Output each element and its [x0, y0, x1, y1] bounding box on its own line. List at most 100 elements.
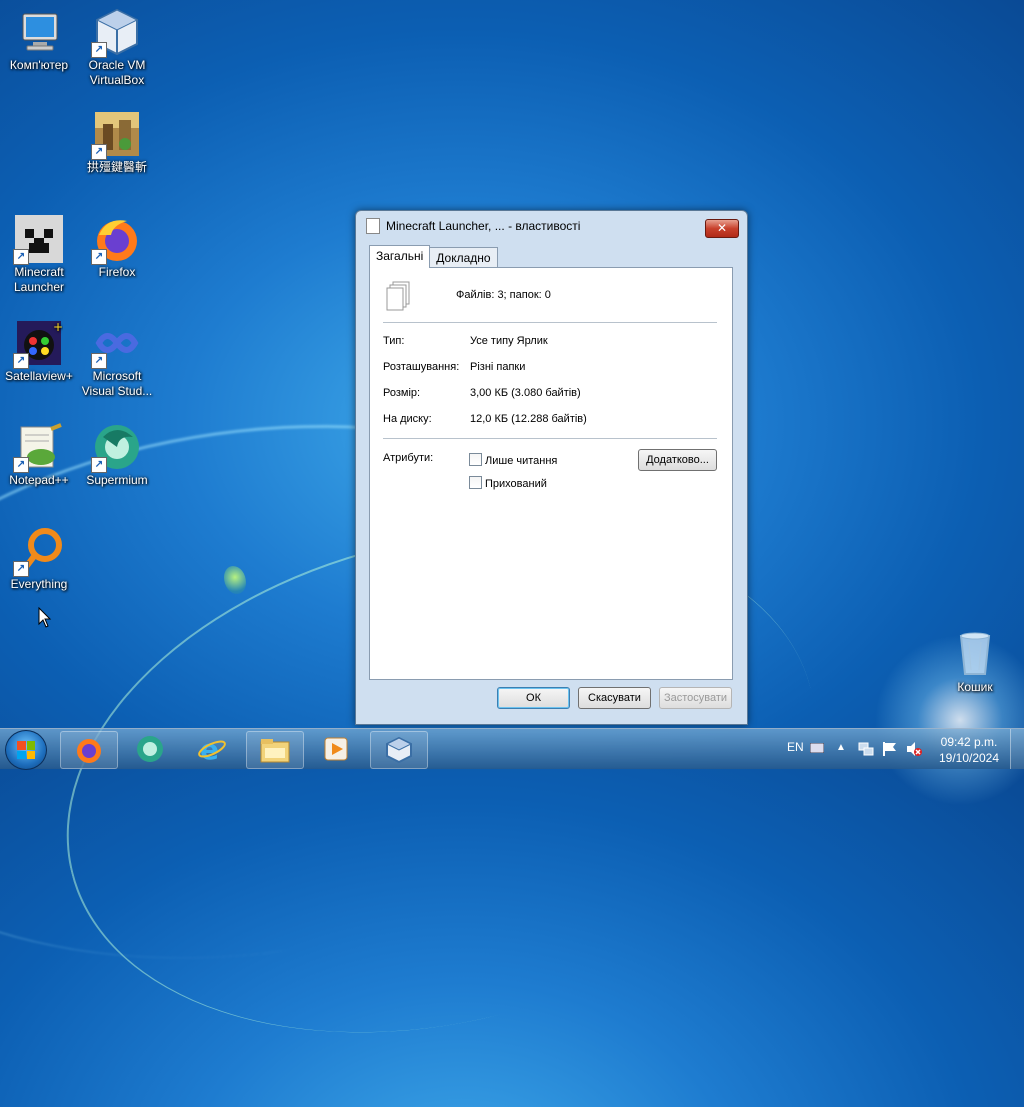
- desktop-icon-label: Комп'ютер: [9, 58, 69, 72]
- divider: [383, 322, 717, 323]
- virtualbox-icon: [385, 736, 413, 764]
- desktop-icon-virtualbox[interactable]: ↗ Oracle VM VirtualBox: [79, 8, 155, 88]
- shortcut-arrow-icon: ↗: [91, 353, 107, 369]
- windows-logo-icon: [17, 741, 35, 759]
- svg-text:+: +: [53, 320, 63, 334]
- desktop-icon-notepadpp[interactable]: ↗ Notepad++: [1, 423, 77, 488]
- readonly-label: Лише читання: [485, 455, 558, 467]
- everything-icon: ↗: [13, 527, 63, 577]
- notepadpp-icon: ↗: [13, 423, 63, 473]
- readonly-checkbox[interactable]: [469, 453, 482, 466]
- clock[interactable]: 09:42 p.m. 19/10/2024: [936, 734, 1002, 774]
- apply-button[interactable]: Застосувати: [659, 687, 732, 709]
- supermium-icon: [137, 736, 163, 762]
- advanced-button[interactable]: Додатково...: [638, 449, 717, 471]
- desktop-icon-firefox[interactable]: ↗ Firefox: [79, 215, 155, 280]
- folder-icon: [260, 739, 290, 763]
- desktop-icon-visual-studio[interactable]: ↗ Microsoft Visual Stud...: [79, 319, 155, 399]
- network-icon[interactable]: [858, 741, 874, 781]
- tab-details[interactable]: Докладно: [429, 247, 498, 268]
- hidden-label: Прихований: [485, 478, 547, 490]
- internet-explorer-icon: e: [198, 734, 226, 764]
- action-center-flag-icon[interactable]: [882, 741, 898, 781]
- close-button[interactable]: ✕: [705, 219, 739, 238]
- file-count-text: Файлів: 3; папок: 0: [456, 289, 551, 301]
- language-indicator[interactable]: EN: [787, 740, 804, 780]
- size-on-disk-value: 12,0 КБ (12.288 байтів): [470, 413, 587, 425]
- taskbar-virtualbox[interactable]: [370, 731, 428, 769]
- mouse-cursor-icon: [38, 607, 52, 628]
- dialog-title: Minecraft Launcher, ... - властивості: [386, 219, 581, 233]
- type-label: Тип:: [383, 335, 405, 347]
- location-label: Розташування:: [383, 361, 460, 373]
- desktop-icon-game[interactable]: ↗ 拱殭鍵醫斬: [79, 110, 155, 175]
- show-desktop-button[interactable]: [1010, 729, 1024, 769]
- clock-time: 09:42 p.m.: [940, 735, 998, 749]
- computer-icon: [15, 8, 63, 56]
- size-value: 3,00 КБ (3.080 байтів): [470, 387, 581, 399]
- desktop-icon-label: Everything: [10, 577, 68, 591]
- desktop-icon-everything[interactable]: ↗ Everything: [1, 527, 77, 592]
- location-value: Різні папки: [470, 361, 526, 373]
- size-on-disk-label: На диску:: [383, 413, 432, 425]
- desktop-icon-label: Oracle VM VirtualBox: [88, 58, 146, 87]
- desktop-icon-minecraft[interactable]: ↗ Minecraft Launcher: [1, 215, 77, 295]
- desktop-icon-label: Firefox: [98, 265, 136, 279]
- taskbar-firefox[interactable]: [60, 731, 118, 769]
- hidden-checkbox-row[interactable]: Прихований: [469, 476, 547, 490]
- divider: [383, 438, 717, 439]
- virtualbox-icon: ↗: [91, 8, 141, 58]
- multiple-files-icon: [386, 281, 410, 311]
- desktop-icon-recycle-bin[interactable]: Кошик: [937, 630, 1013, 695]
- shortcut-arrow-icon: ↗: [91, 42, 107, 58]
- taskbar-supermium[interactable]: [122, 731, 178, 767]
- taskbar-media-player[interactable]: [308, 731, 364, 767]
- desktop-icon-label: Microsoft Visual Stud...: [81, 369, 153, 398]
- shortcut-arrow-icon: ↗: [91, 457, 107, 473]
- tab-general[interactable]: Загальні: [369, 245, 431, 268]
- firefox-icon: [77, 739, 101, 763]
- desktop-icon-label: Кошик: [957, 680, 993, 694]
- hidden-checkbox[interactable]: [469, 476, 482, 489]
- shortcut-arrow-icon: ↗: [91, 144, 107, 160]
- wallpaper-logo: [224, 566, 246, 594]
- cancel-button[interactable]: Скасувати: [578, 687, 651, 709]
- size-label: Розмір:: [383, 387, 421, 399]
- game-icon: ↗: [91, 110, 141, 160]
- clock-date: 19/10/2024: [938, 751, 1000, 765]
- shortcut-arrow-icon: ↗: [13, 457, 29, 473]
- taskbar: e EN ▲ 09:42 p.m. 19/10/2024: [0, 728, 1024, 770]
- desktop-icon-satellaview[interactable]: + ↗ Satellaview+: [1, 319, 77, 384]
- desktop-icon-label: Supermium: [86, 473, 148, 487]
- shortcut-arrow-icon: ↗: [13, 561, 29, 577]
- taskbar-internet-explorer[interactable]: e: [184, 731, 240, 767]
- desktop-icon-label: Minecraft Launcher: [13, 265, 65, 294]
- show-hidden-icons-chevron-icon[interactable]: ▲: [836, 742, 846, 782]
- desktop-icon-label: Satellaview+: [5, 369, 73, 383]
- type-value: Усе типу Ярлик: [470, 335, 548, 347]
- readonly-checkbox-row[interactable]: Лише читання: [469, 453, 557, 467]
- desktop-icon-label: Notepad++: [9, 473, 69, 487]
- dialog-titlebar[interactable]: Minecraft Launcher, ... - властивості: [356, 211, 747, 241]
- properties-dialog: Minecraft Launcher, ... - властивості ✕ …: [355, 210, 748, 725]
- shortcut-arrow-icon: ↗: [13, 249, 29, 265]
- supermium-icon: ↗: [91, 423, 141, 473]
- tab-bar: Загальні Докладно: [369, 245, 498, 268]
- desktop-icon-supermium[interactable]: ↗ Supermium: [79, 423, 155, 488]
- file-stack-icon: [366, 218, 380, 234]
- desktop-icon-label: 拱殭鍵醫斬: [86, 160, 147, 174]
- visual-studio-icon: ↗: [91, 319, 141, 369]
- recycle-bin-icon: [951, 630, 999, 678]
- taskbar-explorer[interactable]: [246, 731, 304, 769]
- ok-button[interactable]: ОК: [497, 687, 570, 709]
- attributes-label: Атрибути:: [383, 452, 434, 464]
- firefox-icon: ↗: [91, 215, 141, 265]
- satellaview-icon: + ↗: [13, 319, 63, 369]
- media-player-icon: [324, 737, 348, 761]
- general-panel: Файлів: 3; папок: 0 Тип: Усе типу Ярлик …: [369, 267, 733, 680]
- shortcut-arrow-icon: ↗: [91, 249, 107, 265]
- desktop-icon-computer[interactable]: Комп'ютер: [1, 8, 77, 73]
- volume-muted-icon[interactable]: [906, 741, 922, 781]
- start-button[interactable]: [5, 730, 47, 770]
- keyboard-icon[interactable]: [809, 742, 825, 782]
